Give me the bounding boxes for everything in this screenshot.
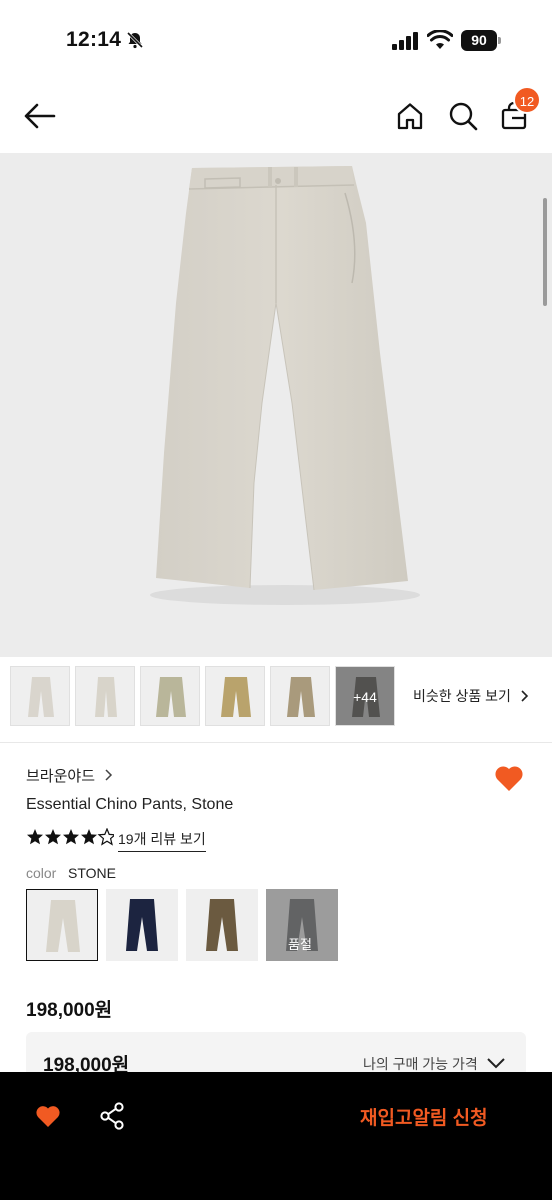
more-images-count: +44 [336, 667, 394, 725]
swatch-image [46, 900, 80, 952]
thumbnail-2[interactable] [75, 666, 135, 726]
reviews-link[interactable]: 19개 리뷰 보기 [118, 829, 206, 852]
swatch-image [206, 899, 238, 951]
my-price-label: 나의 구매 가능 가격 [363, 1056, 478, 1072]
star-icon [27, 829, 43, 845]
thumbnail-1[interactable] [10, 666, 70, 726]
brand-name: 브라운야드 [26, 768, 96, 785]
back-arrow-icon[interactable] [24, 102, 56, 130]
top-nav [0, 80, 552, 153]
battery-level: 90 [461, 30, 497, 51]
color-swatch-charcoal[interactable]: 품절 [266, 889, 338, 961]
thumbnail-5[interactable] [270, 666, 330, 726]
half-star-icon [97, 828, 114, 846]
product-name: Essential Chino Pants, Stone [26, 796, 234, 813]
wifi-icon [427, 30, 453, 49]
product-main-image[interactable] [0, 153, 552, 657]
pants-image [150, 166, 420, 605]
signal-icon [392, 32, 418, 50]
battery-icon: 90 [461, 30, 501, 51]
color-swatch-stone[interactable] [26, 889, 98, 961]
color-label: color [26, 865, 57, 881]
similar-products-label: 비슷한 상품 보기 [413, 688, 511, 704]
chevron-right-icon [521, 690, 528, 702]
heart-icon[interactable] [35, 1104, 61, 1128]
chevron-right-icon [105, 769, 113, 781]
brand-link[interactable]: 브라운야드 [26, 765, 113, 786]
rating-stars [27, 828, 114, 846]
similar-products-link[interactable]: 비슷한 상품 보기 [413, 686, 529, 706]
thumbnail-image [287, 677, 315, 717]
section-divider [0, 742, 552, 743]
color-swatch-brown[interactable] [186, 889, 258, 961]
cart-count-badge: 12 [513, 86, 541, 114]
thumbnail-image [156, 677, 186, 717]
status-time: 12:14 [66, 28, 122, 51]
product-price: 198,000원 [26, 1000, 113, 1021]
chevron-down-icon [487, 1058, 505, 1069]
star-icon [81, 829, 97, 845]
star-icon [45, 829, 61, 845]
restock-alert-button[interactable]: 재입고알림 신청 [360, 1103, 488, 1130]
thumbnail-image [28, 677, 54, 717]
status-bar: 12:14 90 [0, 0, 552, 80]
color-swatch-navy[interactable] [106, 889, 178, 961]
thumbnail-image [221, 677, 251, 717]
bell-off-icon [126, 31, 144, 49]
thumbnail-4[interactable] [205, 666, 265, 726]
share-icon[interactable] [99, 1102, 125, 1130]
bottom-action-bar: 재입고알림 신청 [0, 1072, 552, 1200]
home-icon[interactable] [396, 102, 424, 130]
swatch-image [126, 899, 158, 951]
image-thumbnails: +44 비슷한 상품 보기 [10, 666, 550, 727]
thumbnail-more[interactable]: +44 [335, 666, 395, 726]
selected-color-name: STONE [68, 865, 116, 881]
search-icon[interactable] [448, 101, 478, 131]
star-icon [63, 829, 79, 845]
soldout-label: 품절 [288, 937, 312, 952]
wishlist-heart-icon[interactable] [494, 764, 524, 792]
thumbnail-image [95, 677, 117, 717]
scroll-indicator [543, 198, 547, 306]
thumbnail-3[interactable] [140, 666, 200, 726]
